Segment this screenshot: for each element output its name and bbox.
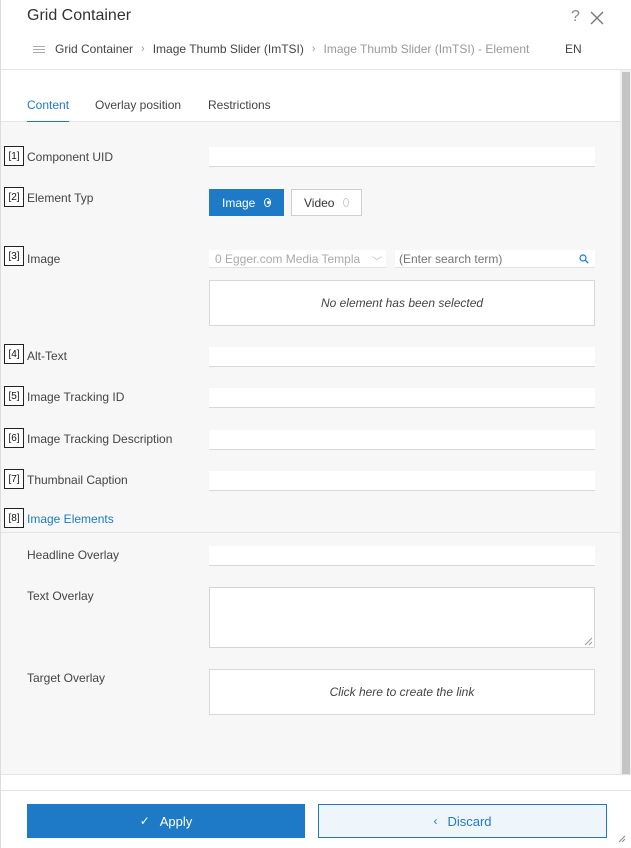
- image-elements-section-toggle[interactable]: Image Elements: [27, 512, 114, 526]
- search-icon[interactable]: [579, 254, 589, 264]
- breadcrumb-item-current: Image Thumb Slider (ImTSI) - Element: [323, 42, 530, 56]
- tab-overlay-position[interactable]: Overlay position: [95, 98, 181, 121]
- text-overlay-textarea[interactable]: [209, 587, 595, 648]
- alt-text-input[interactable]: [209, 347, 595, 367]
- dialog-header: Grid Container ? Grid Container › Image …: [1, 0, 631, 70]
- close-icon[interactable]: [589, 10, 605, 26]
- chevron-down-icon: ﹀: [372, 257, 382, 268]
- dialog-title: Grid Container: [27, 7, 132, 24]
- image-tracking-id-input[interactable]: [209, 388, 595, 408]
- image-tracking-id-label: Image Tracking ID: [27, 390, 125, 404]
- checkmark-icon: ✓: [139, 814, 150, 828]
- breadcrumb-separator-icon: ›: [311, 43, 316, 55]
- image-tracking-description-input[interactable]: [209, 430, 595, 450]
- tab-content[interactable]: Content: [27, 98, 70, 123]
- menu-icon[interactable]: [33, 44, 45, 55]
- text-overlay-label: Text Overlay: [27, 589, 94, 603]
- radio-unselected-icon: [343, 198, 349, 207]
- chevron-left-icon: ‹: [433, 814, 438, 828]
- radio-selected-icon: [264, 198, 271, 207]
- field-number-badge: [2]: [4, 187, 24, 207]
- vertical-scrollbar[interactable]: [620, 70, 631, 780]
- apply-button-label: Apply: [159, 813, 193, 829]
- footer-divider: [1, 790, 631, 791]
- field-number-badge: [4]: [4, 344, 24, 364]
- breadcrumb-separator-icon: ›: [141, 43, 145, 55]
- media-source-value: 0 Egger.com Media Templa: [215, 252, 361, 266]
- alt-text-label: Alt-Text: [27, 349, 68, 363]
- content-element-dialog: Grid Container ? Grid Container › Image …: [0, 0, 631, 848]
- resize-grip-icon[interactable]: [584, 637, 593, 646]
- field-number-badge: [5]: [4, 386, 24, 406]
- target-overlay-label: Target Overlay: [27, 671, 106, 685]
- image-selection-area[interactable]: No element has been selected: [209, 280, 595, 326]
- element-type-image-label: Image: [222, 195, 256, 210]
- thumbnail-caption-input[interactable]: [209, 471, 595, 491]
- media-source-select[interactable]: 0 Egger.com Media Templa ﹀: [209, 250, 386, 268]
- field-number-badge: [8]: [4, 508, 24, 528]
- image-label: Image: [27, 252, 61, 266]
- create-link-text: Click here to create the link: [329, 685, 475, 699]
- breadcrumb: Grid Container › Image Thumb Slider (ImT…: [33, 41, 529, 57]
- breadcrumb-item-grid-container[interactable]: Grid Container: [55, 42, 133, 56]
- field-number-badge: [6]: [4, 428, 24, 448]
- headline-overlay-input[interactable]: [209, 546, 595, 566]
- image-empty-text: No element has been selected: [320, 296, 484, 310]
- element-type-label: Element Typ: [27, 191, 94, 205]
- tab-bar: Content Overlay position Restrictions: [1, 70, 631, 123]
- element-type-image-option[interactable]: Image: [209, 189, 284, 216]
- breadcrumb-item-image-thumb-slider[interactable]: Image Thumb Slider (ImTSI): [153, 42, 304, 56]
- target-overlay-link-picker[interactable]: Click here to create the link: [209, 669, 595, 715]
- window-resize-grip-icon[interactable]: [618, 835, 626, 843]
- headline-overlay-label: Headline Overlay: [27, 548, 120, 562]
- component-uid-input[interactable]: [209, 147, 595, 167]
- discard-button[interactable]: ‹ Discard: [318, 804, 607, 838]
- scrollbar-thumb[interactable]: [622, 72, 630, 778]
- element-type-video-label: Video: [304, 195, 335, 210]
- field-number-badge: [3]: [4, 246, 24, 266]
- image-search-input[interactable]: [395, 250, 595, 268]
- section-divider: [1, 532, 620, 533]
- help-icon[interactable]: ?: [571, 8, 580, 26]
- discard-button-label: Discard: [447, 813, 492, 829]
- thumbnail-caption-label: Thumbnail Caption: [27, 473, 128, 487]
- component-uid-label: Component UID: [27, 150, 114, 164]
- tab-restrictions[interactable]: Restrictions: [208, 98, 271, 121]
- field-number-badge: [7]: [4, 469, 24, 489]
- apply-button[interactable]: ✓ Apply: [27, 804, 305, 838]
- image-tracking-description-label: Image Tracking Description: [27, 432, 173, 446]
- field-number-badge: [1]: [4, 146, 24, 166]
- language-selector[interactable]: EN: [565, 42, 582, 56]
- element-type-video-option[interactable]: Video: [291, 189, 362, 216]
